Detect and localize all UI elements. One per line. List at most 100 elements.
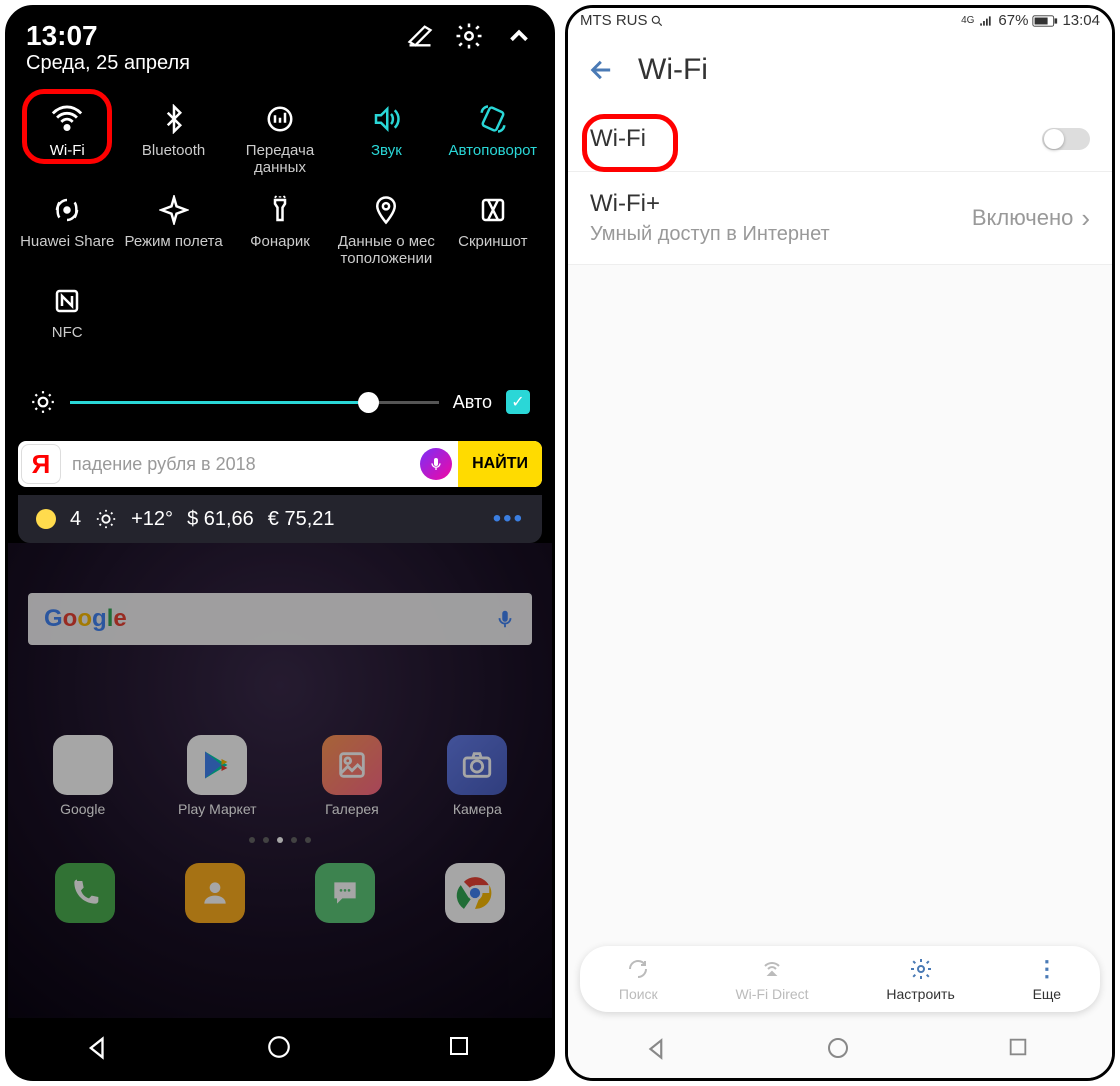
search-placeholder[interactable]: падение рубля в 2018 [64, 454, 420, 475]
carrier: MTS RUS [580, 12, 648, 29]
qs-rotate[interactable]: Автоповорот [440, 93, 546, 184]
qs-sound[interactable]: Звук [333, 93, 439, 184]
toolbar-settings[interactable]: Настроить [886, 956, 954, 1002]
mic-icon[interactable] [494, 608, 516, 630]
temp-day: +12° [131, 508, 173, 531]
yandex-search[interactable]: Я падение рубля в 2018 НАЙТИ [18, 441, 542, 487]
nav-home[interactable] [826, 1036, 854, 1064]
weather-widget[interactable]: 4 +12° $ 61,66 € 75,21 ••• [18, 495, 542, 543]
nav-recent[interactable] [447, 1034, 475, 1062]
bottom-toolbar: Поиск Wi-Fi Direct Настроить ⋮ Еще [580, 946, 1100, 1012]
auto-checkbox[interactable]: ✓ [506, 390, 530, 414]
qs-nfc[interactable]: NFC [14, 275, 120, 365]
signal-icon [978, 14, 994, 28]
wifiplus-value: Включено [972, 205, 1073, 231]
wifi-toggle[interactable] [1042, 128, 1090, 150]
back-arrow-icon[interactable] [588, 56, 616, 84]
brightness-icon [30, 389, 56, 415]
navbar [8, 1018, 552, 1078]
page-header: Wi-Fi [568, 33, 1112, 107]
yandex-logo-icon: Я [21, 444, 61, 484]
toolbar-wifi-direct[interactable]: Wi-Fi Direct [735, 956, 808, 1002]
wifi-direct-icon [759, 956, 785, 982]
header-actions [406, 21, 534, 51]
toolbar-search[interactable]: Поиск [619, 956, 658, 1002]
highlight-circle [582, 114, 678, 172]
find-button[interactable]: НАЙТИ [458, 441, 542, 487]
status-bar: MTS RUS 4G 67% 13:04 [568, 8, 1112, 33]
sound-icon [368, 101, 404, 137]
app-camera[interactable]: Камера [447, 735, 507, 817]
apps-row: Google Play Маркет Галерея Камера [8, 735, 552, 817]
wifiplus-sub: Умный доступ в Интернет [590, 222, 830, 246]
brightness-thumb[interactable] [358, 392, 379, 413]
flashlight-icon [262, 192, 298, 228]
usd-rate: $ 61,66 [187, 508, 254, 531]
airplane-icon [156, 192, 192, 228]
nav-back[interactable] [645, 1036, 673, 1064]
qs-flashlight[interactable]: Фонарик [227, 184, 333, 275]
nfc-icon [49, 283, 85, 319]
edit-icon[interactable] [406, 22, 434, 50]
dock [8, 843, 552, 933]
google-search-widget[interactable]: Google [28, 593, 532, 645]
signal-4g: 4G [961, 15, 974, 26]
sun-icon [95, 508, 117, 530]
bluetooth-icon [156, 101, 192, 137]
nav-home[interactable] [266, 1034, 294, 1062]
gear-icon[interactable] [454, 21, 484, 51]
time: 13:04 [1062, 12, 1100, 29]
screenshot-icon [475, 192, 511, 228]
nav-recent[interactable] [1007, 1036, 1035, 1064]
qs-airplane[interactable]: Режим полета [120, 184, 226, 275]
qs-screenshot[interactable]: Скриншот [440, 184, 546, 275]
qs-data[interactable]: Передача данных [227, 93, 333, 184]
quick-settings-grid: Wi-Fi Bluetooth Передача данных Звук Авт… [8, 87, 552, 371]
app-google[interactable]: Google [53, 735, 113, 817]
wifi-plus-row[interactable]: Wi-Fi+ Умный доступ в Интернет Включено … [568, 172, 1112, 265]
wifiplus-title: Wi-Fi+ [590, 190, 830, 218]
data-icon [262, 101, 298, 137]
home-screen: Google Google Play Маркет Галерея Камера [8, 543, 552, 1018]
rotate-icon [475, 101, 511, 137]
battery-icon [1032, 14, 1058, 28]
app-gallery[interactable]: Галерея [322, 735, 382, 817]
dock-phone[interactable] [55, 863, 115, 923]
dock-messages[interactable] [315, 863, 375, 923]
brightness-track[interactable] [70, 401, 439, 404]
mic-icon[interactable] [420, 448, 452, 480]
toolbar-more[interactable]: ⋮ Еще [1033, 956, 1062, 1002]
auto-label: Авто [453, 392, 492, 413]
gear-icon [908, 956, 934, 982]
status-bar: 13:07 [8, 8, 552, 52]
eur-rate: € 75,21 [268, 508, 335, 531]
highlight-circle [22, 89, 112, 164]
battery-pct: 67% [998, 12, 1028, 29]
moon-icon [36, 509, 56, 529]
app-play[interactable]: Play Маркет [178, 735, 257, 817]
search-icon [650, 14, 664, 28]
qs-bluetooth[interactable]: Bluetooth [120, 93, 226, 184]
location-icon [368, 192, 404, 228]
phone-wifi-settings: MTS RUS 4G 67% 13:04 Wi-Fi Wi-Fi Wi-Fi+ … [565, 5, 1115, 1081]
date: Среда, 25 апреля [8, 52, 552, 87]
chevron-right-icon: › [1081, 203, 1090, 234]
nav-back[interactable] [85, 1034, 113, 1062]
temp-night: 4 [70, 508, 81, 531]
dock-chrome[interactable] [445, 863, 505, 923]
more-dots-icon: ⋮ [1034, 956, 1060, 982]
time: 13:07 [26, 20, 98, 52]
brightness-slider[interactable]: Авто ✓ [8, 371, 552, 433]
qs-huawei-share[interactable]: Huawei Share [14, 184, 120, 275]
page-title: Wi-Fi [638, 53, 708, 87]
phone-quick-settings: 13:07 Среда, 25 апреля Wi-Fi Bluetooth П… [5, 5, 555, 1081]
chevron-up-icon[interactable] [504, 21, 534, 51]
qs-location[interactable]: Данные о мес тоположении [333, 184, 439, 275]
dock-contacts[interactable] [185, 863, 245, 923]
google-logo: Google [44, 605, 127, 633]
qs-wifi[interactable]: Wi-Fi [14, 93, 120, 184]
more-dots-icon[interactable]: ••• [493, 505, 524, 533]
share-icon [49, 192, 85, 228]
navbar [568, 1022, 1112, 1078]
refresh-icon [625, 956, 651, 982]
